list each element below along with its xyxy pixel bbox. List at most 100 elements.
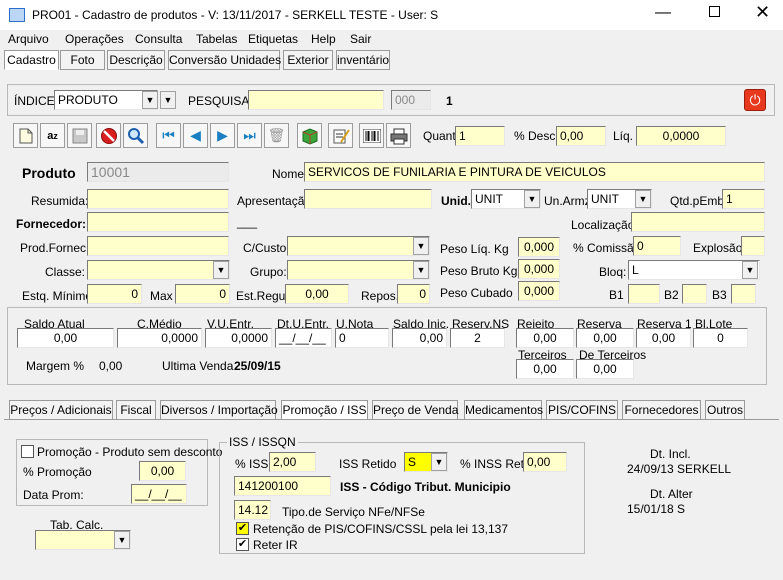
search-icon[interactable] xyxy=(123,123,148,148)
iss-retido-dropdown-arrow[interactable]: ▼ xyxy=(431,453,447,471)
previous-record-icon[interactable]: ◀ xyxy=(183,123,208,148)
maximize-button[interactable] xyxy=(709,6,720,17)
promo-checkbox-label: Promoção - Produto sem desconto xyxy=(37,445,223,459)
next-record-icon[interactable]: ▶ xyxy=(210,123,235,148)
barcode-icon[interactable] xyxy=(359,123,384,148)
pesocubado-input[interactable]: 0,000 xyxy=(518,281,560,301)
tab-precos-adicionais[interactable]: Preços / Adicionais xyxy=(9,400,113,420)
indice-dropdown-arrow[interactable]: ▼ xyxy=(142,91,158,109)
menu-arquivo[interactable]: Arquivo xyxy=(8,32,49,46)
pesoliq-input[interactable]: 0,000 xyxy=(518,237,560,257)
power-button[interactable]: ⏻ xyxy=(744,89,766,111)
reservns-value: 2 xyxy=(450,328,505,348)
retencao-checkbox[interactable]: ✔ xyxy=(236,522,249,535)
unota-value: 0 xyxy=(335,328,389,348)
promo-perc-label: % Promoção xyxy=(23,465,92,479)
grupo-dropdown-arrow[interactable]: ▼ xyxy=(413,261,429,279)
promo-perc-input[interactable]: 0,00 xyxy=(139,461,186,481)
printer-icon[interactable] xyxy=(386,123,411,148)
max-input[interactable]: 0 xyxy=(175,284,230,304)
tab-preco-de-venda[interactable]: Preço de Venda xyxy=(372,400,458,420)
desc-input[interactable]: 0,00 xyxy=(556,126,606,146)
pesobruto-input[interactable]: 0,000 xyxy=(518,259,560,279)
reterir-label: Reter IR xyxy=(253,538,298,552)
b1-input[interactable] xyxy=(628,284,660,304)
localizacao-label: Localização xyxy=(571,218,635,232)
inss-input[interactable]: 0,00 xyxy=(523,452,567,472)
tab-exterior[interactable]: Exterior xyxy=(283,50,333,70)
bloq-select[interactable]: L xyxy=(628,260,760,280)
iss-input[interactable]: 2,00 xyxy=(269,452,316,472)
tab-conversao-unidades[interactable]: Conversão Unidades xyxy=(168,50,281,70)
window-title: PRO01 - Cadastro de produtos - V: 13/11/… xyxy=(32,8,439,22)
close-button[interactable]: ✕ xyxy=(755,2,770,23)
tab-fornecedores[interactable]: Fornecedores xyxy=(622,400,701,420)
menu-sair[interactable]: Sair xyxy=(350,32,371,46)
menu-operacoes[interactable]: Operações xyxy=(65,32,124,46)
package-icon[interactable] xyxy=(297,123,322,148)
custo-dropdown-arrow[interactable]: ▼ xyxy=(413,237,429,255)
qtdemb-input[interactable]: 1 xyxy=(722,189,765,209)
unarmz-dropdown-arrow[interactable]: ▼ xyxy=(635,190,651,208)
grupo-select[interactable] xyxy=(287,260,430,280)
promo-data-input[interactable]: __/__/__ xyxy=(131,484,187,504)
cancel-icon[interactable] xyxy=(96,123,121,148)
dtuentr-value: __/__/__ xyxy=(275,328,332,348)
tab-pis-cofins[interactable]: PIS/COFINS xyxy=(546,400,618,420)
fornecedor-input[interactable] xyxy=(87,212,229,232)
tab-inventario[interactable]: inventário xyxy=(336,50,390,70)
b3-input[interactable] xyxy=(731,284,756,304)
indice-extra-dropdown[interactable]: ▼ xyxy=(160,91,176,109)
comissao-input[interactable]: 0 xyxy=(633,236,681,256)
estregul-input[interactable]: 0,00 xyxy=(285,284,349,304)
tab-medicamentos[interactable]: Medicamentos xyxy=(464,400,543,420)
codigo-tribut-label: ISS - Código Tribut. Municipio xyxy=(340,480,511,494)
delete-trash-icon[interactable]: 🗑 xyxy=(264,123,289,148)
edit-list-icon[interactable] xyxy=(328,123,353,148)
tab-diversos-importacao[interactable]: Diversos / Importação xyxy=(160,400,278,420)
first-record-icon[interactable]: ⏮ xyxy=(156,123,181,148)
classe-select[interactable] xyxy=(87,260,230,280)
prodfornec-input[interactable] xyxy=(87,236,229,256)
explosao-input[interactable] xyxy=(741,236,765,256)
tipo-servico-input[interactable]: 14.12 xyxy=(234,500,271,520)
reterir-checkbox[interactable]: ✔ xyxy=(236,538,249,551)
liq-input[interactable]: 0,0000 xyxy=(636,126,726,146)
minimize-button[interactable]: — xyxy=(655,4,671,22)
rejeito-value: 0,00 xyxy=(516,328,574,348)
menu-tabelas[interactable]: Tabelas xyxy=(196,32,237,46)
nome-input[interactable]: SERVICOS DE FUNILARIA E PINTURA DE VEICU… xyxy=(304,162,765,182)
tab-promocao-iss[interactable]: Promoção / ISS xyxy=(281,400,368,420)
codigo-tribut-input[interactable]: 141200100 xyxy=(234,476,331,496)
nome-label: Nome: xyxy=(272,167,308,181)
explosao-label: Explosão xyxy=(693,241,743,255)
tab-cadastro[interactable]: Cadastro xyxy=(4,50,59,70)
resumida-input[interactable] xyxy=(87,189,229,209)
apresentacao-input[interactable] xyxy=(304,189,432,209)
iss-group-title: ISS / ISSQN xyxy=(227,435,298,449)
tab-descricao[interactable]: Descrição xyxy=(107,50,165,70)
tabcalc-dropdown-arrow[interactable]: ▼ xyxy=(114,531,130,549)
estqmin-input[interactable]: 0 xyxy=(87,284,142,304)
classe-dropdown-arrow[interactable]: ▼ xyxy=(213,261,229,279)
save-icon[interactable] xyxy=(67,123,92,148)
unid-dropdown-arrow[interactable]: ▼ xyxy=(524,190,540,208)
quant-input[interactable]: 1 xyxy=(455,126,505,146)
b2-input[interactable] xyxy=(682,284,707,304)
tab-fiscal[interactable]: Fiscal xyxy=(116,400,156,420)
promo-checkbox[interactable] xyxy=(21,445,34,458)
custo-select[interactable] xyxy=(287,236,430,256)
menu-help[interactable]: Help xyxy=(311,32,336,46)
last-record-icon[interactable]: ⏭ xyxy=(237,123,262,148)
tab-foto[interactable]: Foto xyxy=(60,50,105,70)
localizacao-input[interactable] xyxy=(631,212,765,232)
menu-consulta[interactable]: Consulta xyxy=(135,32,182,46)
bloq-dropdown-arrow[interactable]: ▼ xyxy=(742,261,758,279)
pesocubado-label: Peso Cubado xyxy=(440,286,513,300)
spellcheck-icon[interactable]: az xyxy=(40,123,65,148)
pesquisa-input[interactable] xyxy=(248,90,384,110)
repos-input[interactable]: 0 xyxy=(397,284,430,304)
tab-outros[interactable]: Outros xyxy=(705,400,745,420)
new-document-icon[interactable] xyxy=(13,123,38,148)
menu-etiquetas[interactable]: Etiquetas xyxy=(248,32,298,46)
